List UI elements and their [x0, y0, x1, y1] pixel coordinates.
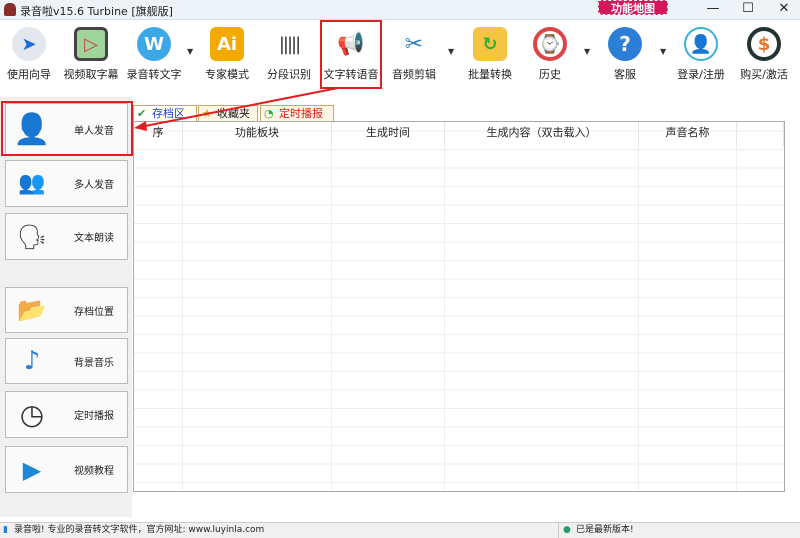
status-message: 录音啦! 专业的录音转文字软件，官方网址: www.luyinla.com: [14, 525, 265, 535]
version-status: 已是最新版本!: [576, 525, 634, 535]
bar-chart-icon: ▮: [3, 525, 8, 535]
annotation-arrow: [134, 87, 339, 131]
status-bar: ▮ 录音啦! 专业的录音转文字软件，官方网址: www.luyinla.com …: [0, 522, 800, 538]
update-ok-icon: ●: [563, 525, 571, 535]
